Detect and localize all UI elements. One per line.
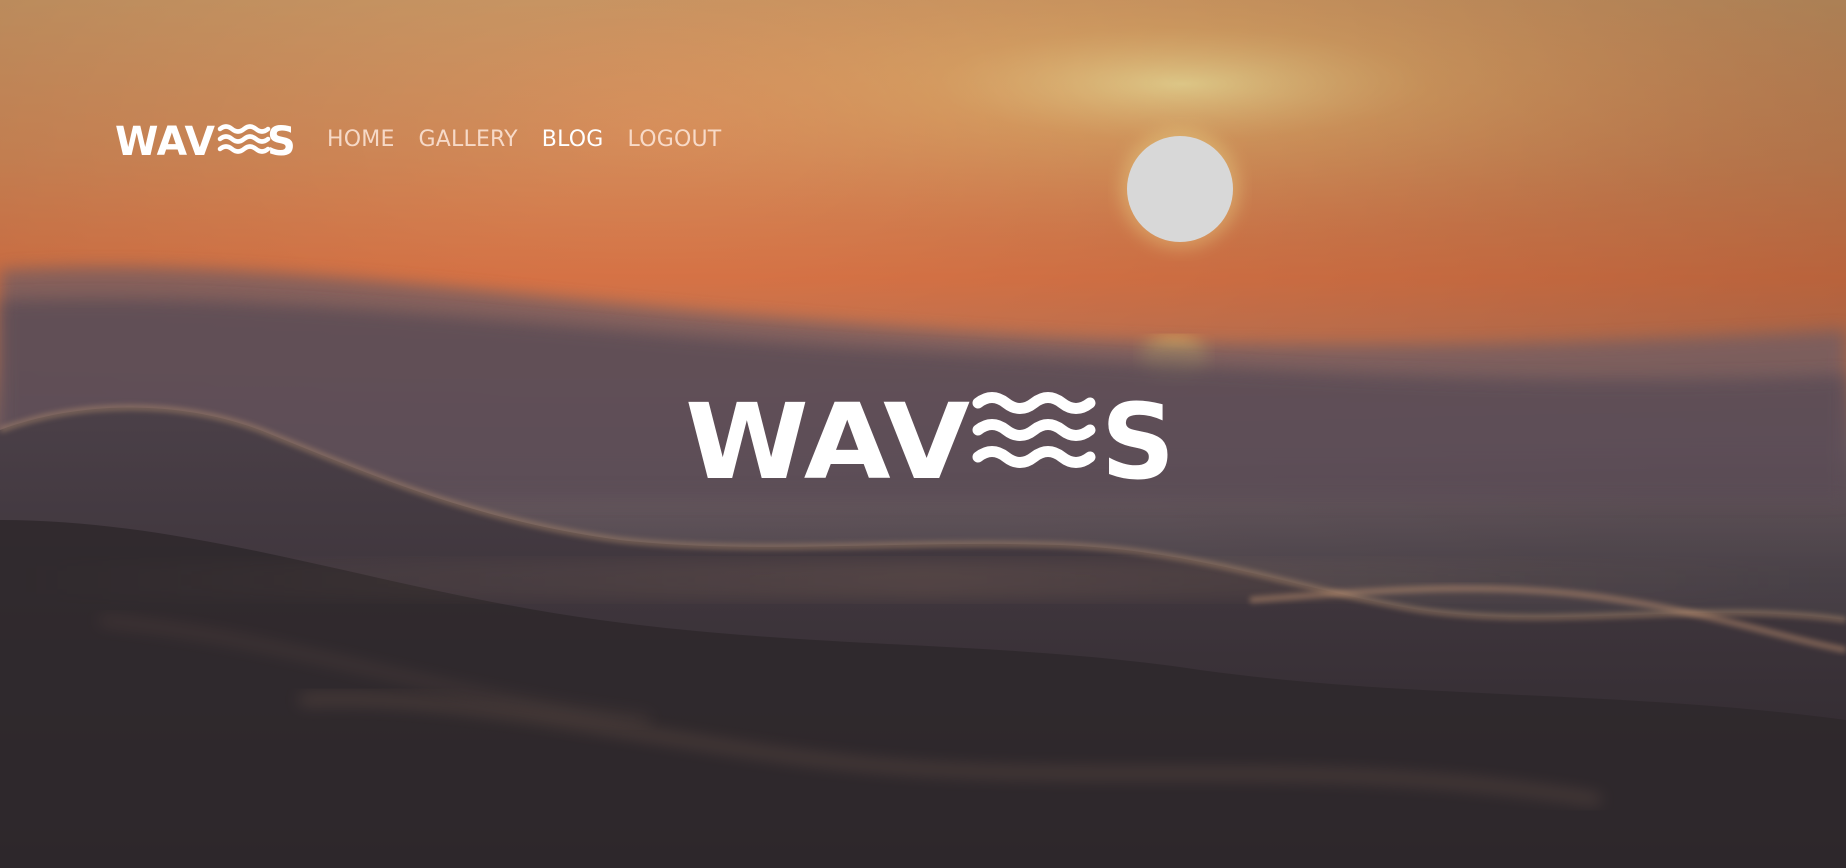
- brand-logo[interactable]: WAV S: [115, 117, 295, 161]
- brand-logo-s-text: S: [267, 119, 295, 161]
- nav-link-gallery[interactable]: GALLERY: [419, 127, 518, 152]
- hero-logo: WAV S: [685, 386, 1175, 486]
- brand-logo-wa-text: WAV: [115, 119, 215, 161]
- top-navbar: WAV S HOME GALLERY BLOG LOGOUT: [115, 117, 745, 161]
- nav-link-blog[interactable]: BLOG: [542, 127, 604, 152]
- hero-logo-wav-text: WAV: [685, 386, 970, 486]
- nav-link-logout[interactable]: LOGOUT: [628, 127, 722, 152]
- nav-menu: HOME GALLERY BLOG LOGOUT: [327, 127, 745, 152]
- hero-section: WAV S HOME GALLERY BLOG LOGOUT WAV S: [0, 0, 1846, 868]
- hero-wave-icon: [972, 392, 1096, 468]
- nav-link-home[interactable]: HOME: [327, 127, 395, 152]
- hero-logo-s-text: S: [1101, 386, 1175, 486]
- wave-icon: [217, 124, 271, 154]
